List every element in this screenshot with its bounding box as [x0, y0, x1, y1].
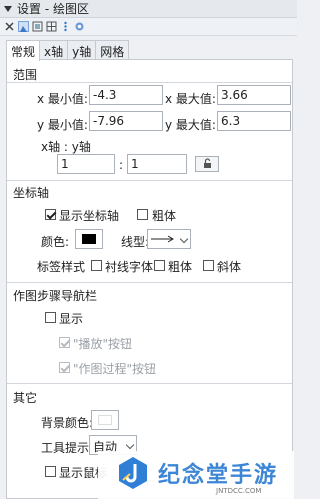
x-max-label: x 最大值: [165, 92, 216, 106]
ratio-y-input[interactable]: 1 [127, 154, 187, 174]
settings-panel: 范围 x 最小值: -4.3 x 最大值: 3.66 y 最小值: -7.96 … [6, 59, 293, 499]
axes-color-swatch [82, 234, 96, 244]
show-mouse-checkbox[interactable] [45, 466, 56, 477]
serif-checkbox[interactable] [91, 260, 102, 271]
tab-general[interactable]: 常规 [6, 40, 41, 61]
drawing-area-icon[interactable] [18, 21, 29, 32]
close-tool-icon[interactable] [4, 21, 15, 32]
window-title: 设置 - 绘图区 [17, 2, 89, 16]
show-axes-label: 显示坐标轴 [59, 209, 120, 223]
chevron-down-icon [125, 440, 135, 450]
axes-bold-label: 粗体 [152, 209, 177, 223]
y-min-label: y 最小值: [37, 118, 88, 132]
divider [7, 82, 292, 83]
grid-tool-icon[interactable] [46, 21, 57, 32]
axes-bold-checkbox[interactable] [137, 209, 148, 220]
axes-color-label: 颜色: [41, 235, 70, 249]
show-nav-checkbox[interactable] [45, 312, 56, 323]
play-button-checkbox[interactable] [59, 337, 70, 348]
show-axes-checkbox[interactable] [45, 209, 56, 220]
x-min-label: x 最小值: [37, 92, 88, 106]
bg-color-label: 背景颜色: [41, 416, 94, 430]
y-max-input[interactable]: 6.3 [217, 111, 291, 131]
tab-grid[interactable]: 网格 [95, 40, 130, 60]
show-nav-label: 显示 [59, 312, 84, 326]
x-max-input[interactable]: 3.66 [217, 85, 291, 105]
label-bold-label: 粗体 [168, 260, 193, 274]
label-bold-checkbox[interactable] [154, 260, 165, 271]
tab-x-axis[interactable]: x轴 [39, 40, 69, 60]
italic-label: 斜体 [217, 260, 242, 274]
watermark-logo-icon [119, 457, 147, 489]
y-min-input[interactable]: -7.96 [89, 111, 163, 131]
bg-color-button[interactable] [91, 410, 119, 430]
italic-checkbox[interactable] [203, 260, 214, 271]
ratio-separator: : [119, 158, 124, 172]
tab-bar: 常规 x轴 y轴 网格 [6, 40, 130, 61]
more-options-icon[interactable] [60, 21, 71, 32]
serif-label: 衬线字体 [105, 260, 154, 274]
cas-icon[interactable] [74, 21, 85, 32]
bg-color-swatch [98, 415, 112, 425]
other-heading: 其它 [13, 391, 38, 405]
divider [7, 180, 292, 181]
range-heading: 范围 [13, 68, 38, 82]
y-max-label: y 最大值: [165, 118, 216, 132]
chevron-down-icon [179, 234, 189, 244]
line-type-dropdown[interactable] [147, 229, 191, 249]
tooltip-label: 工具提示: [41, 441, 94, 455]
axes-heading: 坐标轴 [13, 186, 50, 200]
divider [7, 282, 292, 283]
toolbar [0, 18, 297, 36]
tab-y-axis[interactable]: y轴 [67, 40, 97, 60]
nav-heading: 作图步骤导航栏 [13, 289, 98, 303]
axes-color-button[interactable] [75, 229, 103, 249]
arrow-line-icon [151, 235, 174, 243]
process-button-label: "作图过程"按钮 [73, 362, 157, 376]
ratio-x-input[interactable]: 1 [57, 154, 115, 174]
play-button-label: "播放"按钮 [73, 337, 133, 351]
watermark: 纪念堂手游 JNTDCC.COM [98, 451, 294, 499]
x-min-input[interactable]: -4.3 [89, 85, 163, 105]
process-button-checkbox[interactable] [59, 362, 70, 373]
lock-icon [204, 158, 211, 168]
collapse-arrow-icon[interactable] [4, 5, 12, 12]
divider [7, 383, 292, 384]
ratio-label: x轴 : y轴 [41, 140, 91, 154]
line-type-label: 线型: [121, 235, 150, 249]
object-icon[interactable] [32, 21, 43, 32]
watermark-text: 纪念堂手游 [158, 463, 279, 488]
watermark-subtext: JNTDCC.COM [216, 487, 262, 495]
lock-ratio-button[interactable] [195, 156, 219, 172]
label-style-label: 标签样式 [37, 260, 86, 274]
title-bar: 设置 - 绘图区 [0, 0, 297, 18]
